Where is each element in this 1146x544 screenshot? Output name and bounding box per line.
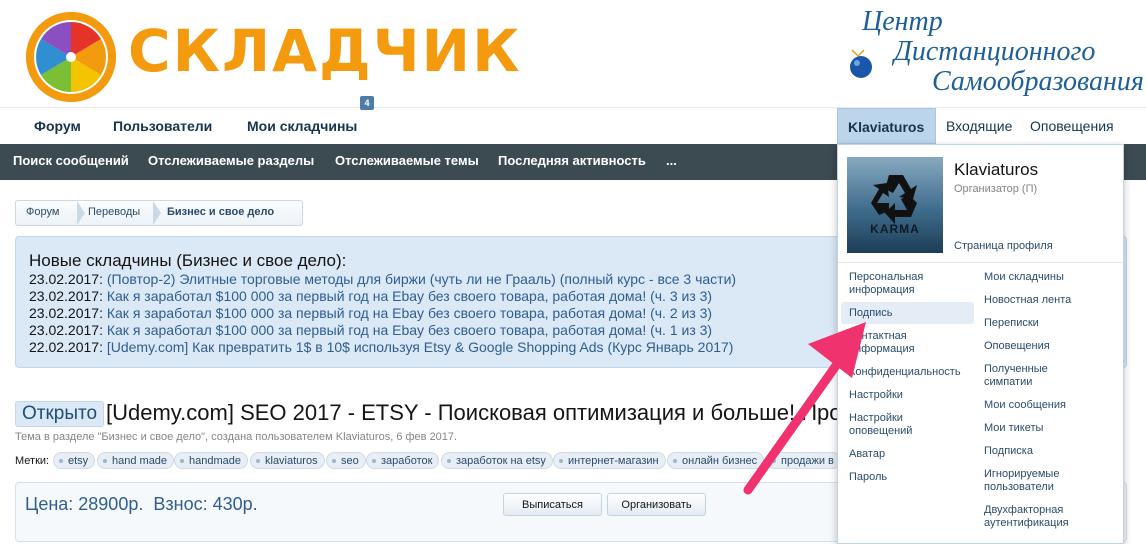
menu-received-likes[interactable]: Полученные симпатии (984, 363, 1084, 389)
avatar[interactable] (847, 157, 943, 253)
tag[interactable]: hand made (97, 452, 175, 469)
menu-alert-settings[interactable]: Настройки оповещений (849, 412, 939, 438)
news-item: 22.02.2017: [Udemy.com] Как превратить 1… (29, 339, 733, 355)
tag[interactable]: заработок (366, 452, 440, 469)
nav-tab-my-skladchiny[interactable]: Мои складчины (247, 118, 357, 134)
nav-tab-forum[interactable]: Форум (34, 118, 81, 134)
dropdown-user-name[interactable]: Klaviaturos (954, 160, 1038, 180)
menu-ignored-users[interactable]: Игнорируемые пользователи (984, 468, 1094, 494)
fee-value: Взнос: 430р. (153, 494, 258, 514)
thread-meta: Тема в разделе "Бизнес и свое дело", соз… (15, 431, 458, 443)
menu-signature[interactable]: Подпись (849, 307, 969, 320)
news-date: 22.02.2017: (29, 339, 103, 355)
breadcrumb-separator (153, 201, 161, 225)
price-value: Цена: 28900р. (25, 494, 144, 514)
tag[interactable]: handmade (174, 452, 248, 469)
menu-contact-info[interactable]: Контактная информация (849, 330, 949, 356)
menu-alerts[interactable]: Оповещения (984, 340, 1104, 353)
breadcrumb-separator (77, 201, 85, 225)
news-item: 23.02.2017: Как я заработал $100 000 за … (29, 288, 712, 304)
news-link[interactable]: Как я заработал $100 000 за первый год н… (107, 288, 712, 304)
cdo-title-line2: Дистанционного (894, 36, 1096, 67)
news-date: 23.02.2017: (29, 288, 103, 304)
news-title: Новые складчины (Бизнес и свое дело): (29, 251, 347, 270)
tag[interactable]: klaviaturos (250, 452, 325, 469)
menu-my-tickets[interactable]: Мои тикеты (984, 422, 1104, 435)
dropdown-divider (838, 262, 1123, 263)
logo-icon[interactable] (26, 12, 116, 102)
nav-alerts-link[interactable]: Оповещения (1030, 118, 1114, 134)
organize-button[interactable]: Организовать (607, 493, 706, 516)
news-link[interactable]: Как я заработал $100 000 за первый год н… (107, 305, 712, 321)
unsubscribe-button[interactable]: Выписаться (503, 493, 602, 516)
news-date: 23.02.2017: (29, 305, 103, 321)
news-link[interactable]: (Повтор-2) Элитные торговые методы для б… (107, 271, 736, 287)
menu-my-skladchiny[interactable]: Мои складчины (984, 271, 1104, 284)
breadcrumb: Форум Переводы Бизнес и свое дело (15, 200, 303, 226)
tags-label: Метки: (15, 455, 50, 467)
thread-title: [Udemy.com] SEO 2017 - ETSY - Поисковая … (106, 400, 887, 425)
menu-password[interactable]: Пароль (849, 471, 969, 484)
avatar-caption: KARMA (870, 222, 920, 236)
logo-text[interactable]: СКЛАДЧИК (128, 22, 522, 80)
nav-user-menu[interactable]: Klaviaturos (837, 108, 936, 144)
menu-two-factor[interactable]: Двухфакторная аутентификация (984, 504, 1104, 530)
tag[interactable]: онлайн бизнес (667, 452, 765, 469)
nav-tab-users[interactable]: Пользователи (113, 118, 212, 134)
breadcrumb-translations[interactable]: Переводы (88, 206, 140, 218)
nav-user-name: Klaviaturos (848, 119, 925, 135)
news-item: 23.02.2017: Как я заработал $100 000 за … (29, 322, 712, 338)
news-date: 23.02.2017: (29, 271, 103, 287)
nav-inbox-link[interactable]: Входящие (946, 118, 1012, 134)
subnav-more[interactable]: ... (666, 153, 677, 168)
tag[interactable]: продажи в (766, 452, 841, 469)
cdo-title-line3: Самообразования (932, 66, 1144, 97)
news-date: 23.02.2017: (29, 322, 103, 338)
tag[interactable]: интернет-магазин (553, 452, 666, 469)
cdo-title-line1: Центр (862, 6, 943, 37)
nav-count-badge: 4 (360, 96, 374, 110)
menu-avatar[interactable]: Аватар (849, 448, 969, 461)
profile-page-link[interactable]: Страница профиля (954, 240, 1053, 252)
menu-news-feed[interactable]: Новостная лента (984, 294, 1104, 307)
recycle-icon (871, 175, 917, 224)
subnav-watched-forums[interactable]: Отслеживаемые разделы (148, 153, 314, 168)
breadcrumb-business[interactable]: Бизнес и свое дело (167, 206, 274, 218)
news-item: 23.02.2017: Как я заработал $100 000 за … (29, 305, 712, 321)
dropdown-user-role: Организатор (П) (954, 183, 1038, 195)
menu-conversations[interactable]: Переписки (984, 317, 1104, 330)
tag[interactable]: заработок на etsy (441, 452, 553, 469)
menu-my-messages[interactable]: Мои сообщения (984, 399, 1104, 412)
subnav-search-posts[interactable]: Поиск сообщений (13, 153, 129, 168)
menu-privacy[interactable]: Конфиденциальность (849, 366, 969, 379)
thread-status-badge: Открыто (15, 401, 105, 427)
news-link[interactable]: [Udemy.com] Как превратить 1$ в 10$ испо… (107, 339, 734, 355)
breadcrumb-forum[interactable]: Форум (26, 206, 59, 218)
subnav-watched-threads[interactable]: Отслеживаемые темы (335, 153, 479, 168)
price-label: Цена: 28900р. Взнос: 430р. (25, 494, 258, 515)
menu-subscription[interactable]: Подписка (984, 445, 1104, 458)
christmas-ball-icon (848, 48, 878, 85)
news-link[interactable]: Как я заработал $100 000 за первый год н… (107, 322, 712, 338)
news-item: 23.02.2017: (Повтор-2) Элитные торговые … (29, 271, 736, 287)
tag[interactable]: seo (326, 452, 366, 469)
menu-settings[interactable]: Настройки (849, 389, 969, 402)
subnav-recent-activity[interactable]: Последняя активность (498, 153, 646, 168)
tag[interactable]: etsy (53, 452, 96, 469)
menu-personal-info[interactable]: Персональная информация (849, 271, 969, 297)
